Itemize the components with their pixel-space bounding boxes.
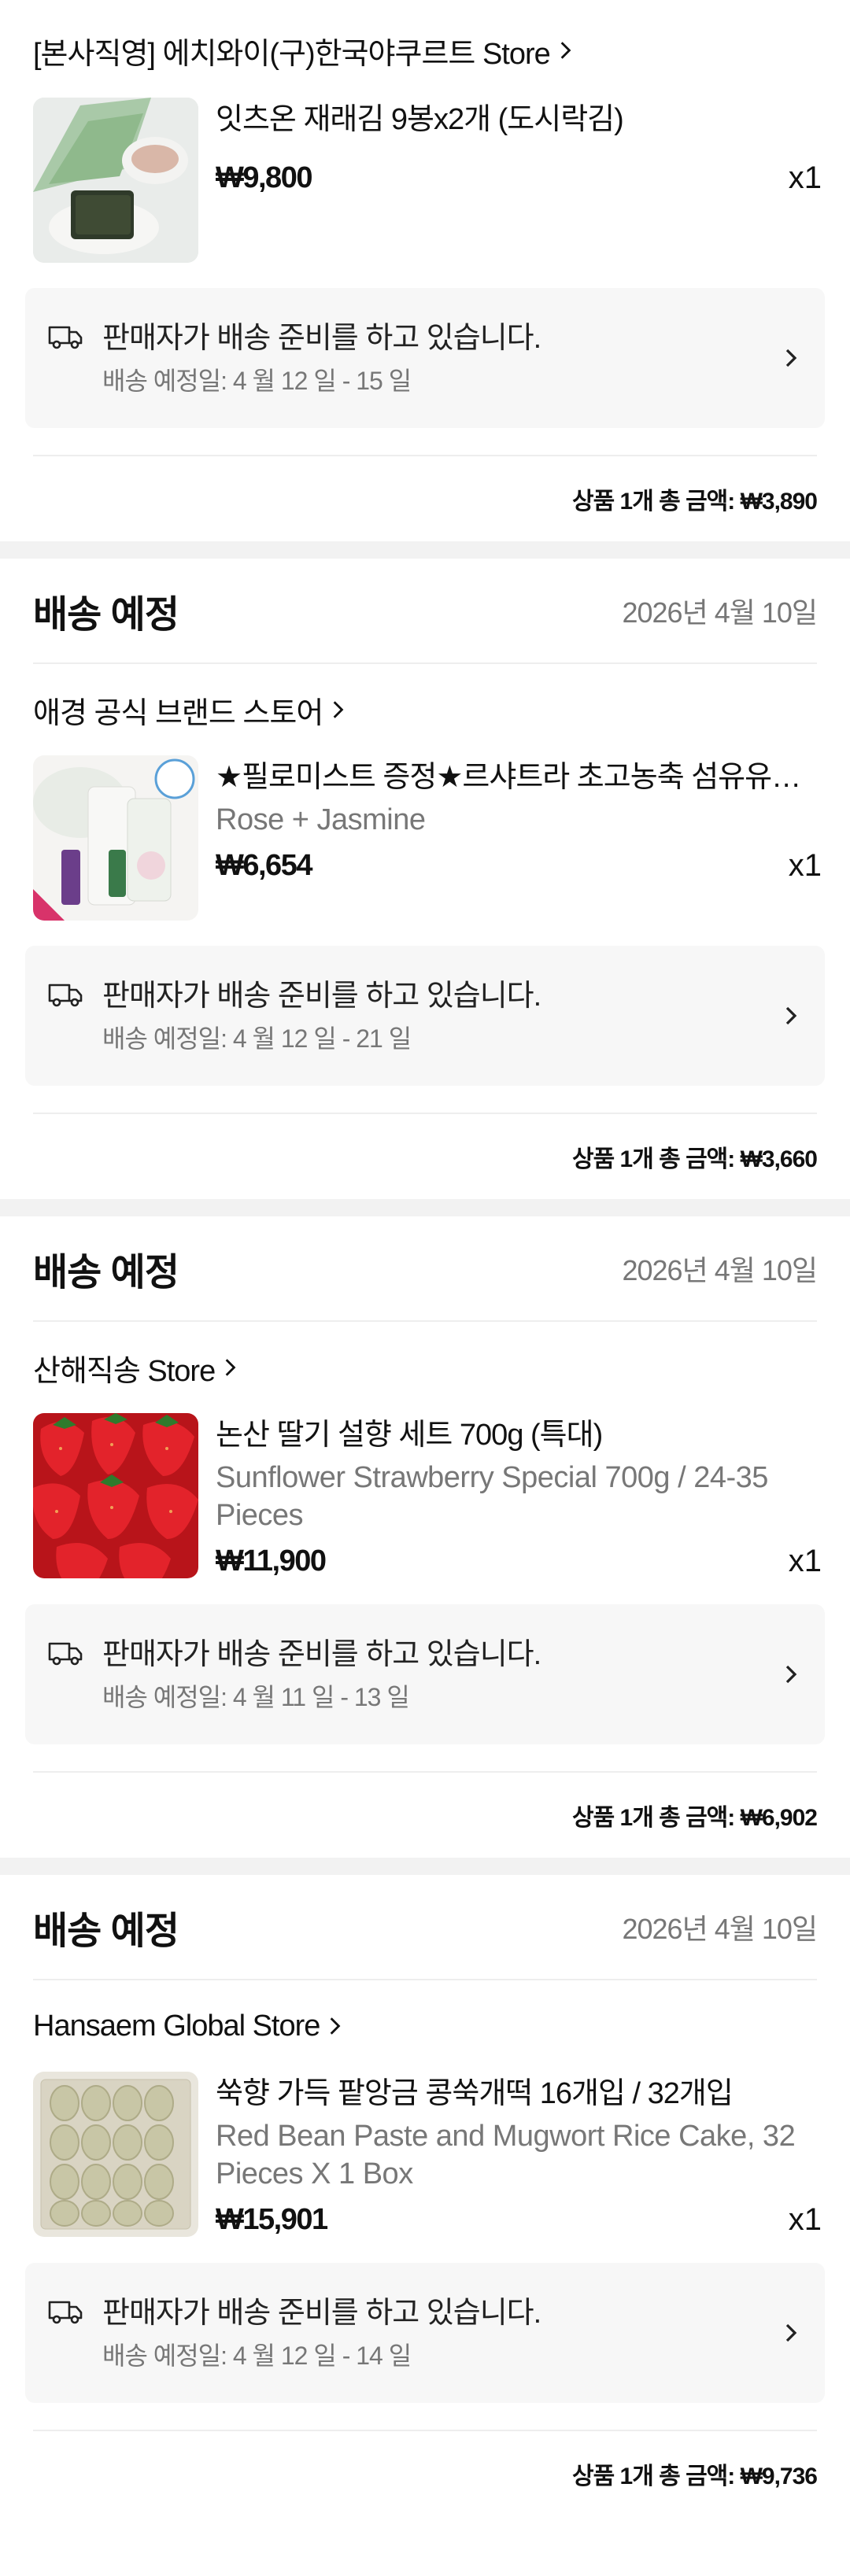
product-price: ₩6,654 xyxy=(216,849,312,882)
shipping-status-text: 판매자가 배송 준비를 하고 있습니다. xyxy=(102,2297,541,2330)
shipping-status-text: 판매자가 배송 준비를 하고 있습니다. xyxy=(102,980,541,1013)
store-name: [본사직영] 에치와이(구)한국야쿠르트 Store xyxy=(33,37,551,71)
chevron-right-icon xyxy=(785,349,797,367)
store-name: 산해직송 Store xyxy=(33,1354,216,1388)
product-image-rice-cake[interactable] xyxy=(33,2072,198,2237)
chevron-right-icon xyxy=(785,1006,797,1025)
shipping-eta-text: 배송 예정일: 4 월 12 일 - 21 일 xyxy=(102,1024,412,1053)
product-variant: Sunflower Strawberry Special 700g / 24-3… xyxy=(216,1461,768,1532)
order-group: [본사직영] 에치와이(구)한국야쿠르트 Store 잇츠온 재래김 9봉x2개… xyxy=(0,0,850,541)
store-link[interactable]: [본사직영] 에치와이(구)한국야쿠르트 Store xyxy=(0,3,850,98)
product-quantity: x1 xyxy=(788,161,822,195)
section-divider xyxy=(0,1858,850,1875)
chevron-right-icon xyxy=(785,2323,797,2342)
product-image-softener[interactable] xyxy=(33,755,198,921)
softener-photo-icon xyxy=(33,755,198,921)
order-group: 배송 예정 2026년 4월 10일 산해직송 Store 논산 딸기 설향 세… xyxy=(0,1216,850,1858)
product-quantity: x1 xyxy=(788,2202,822,2237)
truck-icon xyxy=(48,984,83,1007)
group-title: 배송 예정 xyxy=(33,1910,179,1952)
chevron-right-icon xyxy=(331,2017,341,2035)
group-date: 2026년 4월 10일 xyxy=(622,1913,818,1945)
shipping-eta-text: 배송 예정일: 4 월 12 일 - 15 일 xyxy=(102,367,412,395)
product-name: 잇츠온 재래김 9봉x2개 (도시락김) xyxy=(216,103,624,136)
product-quantity: x1 xyxy=(788,1544,822,1578)
shipping-eta-text: 배송 예정일: 4 월 12 일 - 14 일 xyxy=(102,2342,412,2370)
shipping-status-box[interactable]: 판매자가 배송 준비를 하고 있습니다. 배송 예정일: 4 월 12 일 - … xyxy=(25,288,825,428)
chevron-right-icon xyxy=(560,42,571,59)
product-item[interactable]: 논산 딸기 설향 세트 700g (특대) Sunflower Strawber… xyxy=(0,1413,850,1579)
chevron-right-icon xyxy=(785,1665,797,1684)
product-variant: Rose + Jasmine xyxy=(216,803,426,836)
group-date: 2026년 4월 10일 xyxy=(622,596,818,629)
delivery-group-header: 배송 예정 2026년 4월 10일 xyxy=(33,1216,818,1322)
strawberry-photo-icon xyxy=(33,1413,198,1578)
truck-icon xyxy=(48,326,83,349)
store-link[interactable]: 애경 공식 브랜드 스토어 xyxy=(0,664,850,755)
shipping-status-text: 판매자가 배송 준비를 하고 있습니다. xyxy=(102,1638,541,1671)
product-image-seaweed[interactable] xyxy=(33,98,198,263)
order-total: 상품 1개 총 금액: ₩3,890 xyxy=(33,455,818,541)
section-divider xyxy=(0,541,850,559)
delivery-group-header: 배송 예정 2026년 4월 10일 xyxy=(33,1875,818,1980)
product-quantity: x1 xyxy=(788,848,822,883)
product-item[interactable]: 쑥향 가득 팥앙금 콩쑥개떡 16개입 / 32개입 Red Bean Past… xyxy=(0,2072,850,2238)
chevron-right-icon xyxy=(225,1359,236,1376)
store-name: 애경 공식 브랜드 스토어 xyxy=(33,696,323,730)
order-group: 배송 예정 2026년 4월 10일 애경 공식 브랜드 스토어 ★필로미스트 … xyxy=(0,559,850,1199)
store-name: Hansaem Global Store xyxy=(33,2009,320,2043)
truck-icon xyxy=(48,1642,83,1666)
rice-cake-photo-icon xyxy=(33,2072,198,2237)
seaweed-photo-icon xyxy=(33,98,198,263)
order-total: 상품 1개 총 금액: ₩3,660 xyxy=(33,1113,818,1199)
product-name: ★필로미스트 증정★르샤트라 초고농축 섬유유연제 xyxy=(216,761,822,794)
order-group: 배송 예정 2026년 4월 10일 Hansaem Global Store xyxy=(0,1875,850,2516)
group-date: 2026년 4월 10일 xyxy=(622,1254,818,1286)
section-divider xyxy=(0,1199,850,1216)
truck-icon xyxy=(48,2301,83,2324)
order-total: 상품 1개 총 금액: ₩9,736 xyxy=(33,2430,818,2516)
product-price: ₩11,900 xyxy=(216,1544,327,1578)
store-link[interactable]: Hansaem Global Store xyxy=(0,1980,850,2072)
product-price: ₩9,800 xyxy=(216,161,312,194)
product-item[interactable]: ★필로미스트 증정★르샤트라 초고농축 섬유유연제 Rose + Jasmine… xyxy=(0,755,850,921)
group-title: 배송 예정 xyxy=(33,1252,179,1294)
chevron-right-icon xyxy=(333,701,344,718)
group-title: 배송 예정 xyxy=(33,594,179,636)
shipping-status-box[interactable]: 판매자가 배송 준비를 하고 있습니다. 배송 예정일: 4 월 12 일 - … xyxy=(25,946,825,1086)
store-link[interactable]: 산해직송 Store xyxy=(0,1322,850,1413)
product-name: 쑥향 가득 팥앙금 콩쑥개떡 16개입 / 32개입 xyxy=(216,2077,734,2110)
shipping-eta-text: 배송 예정일: 4 월 11 일 - 13 일 xyxy=(102,1683,410,1711)
product-variant: Red Bean Paste and Mugwort Rice Cake, 32… xyxy=(216,2120,796,2190)
product-item[interactable]: 잇츠온 재래김 9봉x2개 (도시락김) ₩9,800 x1 xyxy=(0,98,850,263)
delivery-group-header: 배송 예정 2026년 4월 10일 xyxy=(33,559,818,664)
order-total: 상품 1개 총 금액: ₩6,902 xyxy=(33,1771,818,1858)
shipping-status-box[interactable]: 판매자가 배송 준비를 하고 있습니다. 배송 예정일: 4 월 12 일 - … xyxy=(25,2263,825,2403)
order-list-page: [본사직영] 에치와이(구)한국야쿠르트 Store 잇츠온 재래김 9봉x2개… xyxy=(0,0,850,2576)
product-name: 논산 딸기 설향 세트 700g (특대) xyxy=(216,1419,603,1452)
shipping-status-box[interactable]: 판매자가 배송 준비를 하고 있습니다. 배송 예정일: 4 월 11 일 - … xyxy=(25,1604,825,1744)
product-image-strawberry[interactable] xyxy=(33,1413,198,1578)
product-price: ₩15,901 xyxy=(216,2203,328,2236)
shipping-status-text: 판매자가 배송 준비를 하고 있습니다. xyxy=(102,322,541,355)
